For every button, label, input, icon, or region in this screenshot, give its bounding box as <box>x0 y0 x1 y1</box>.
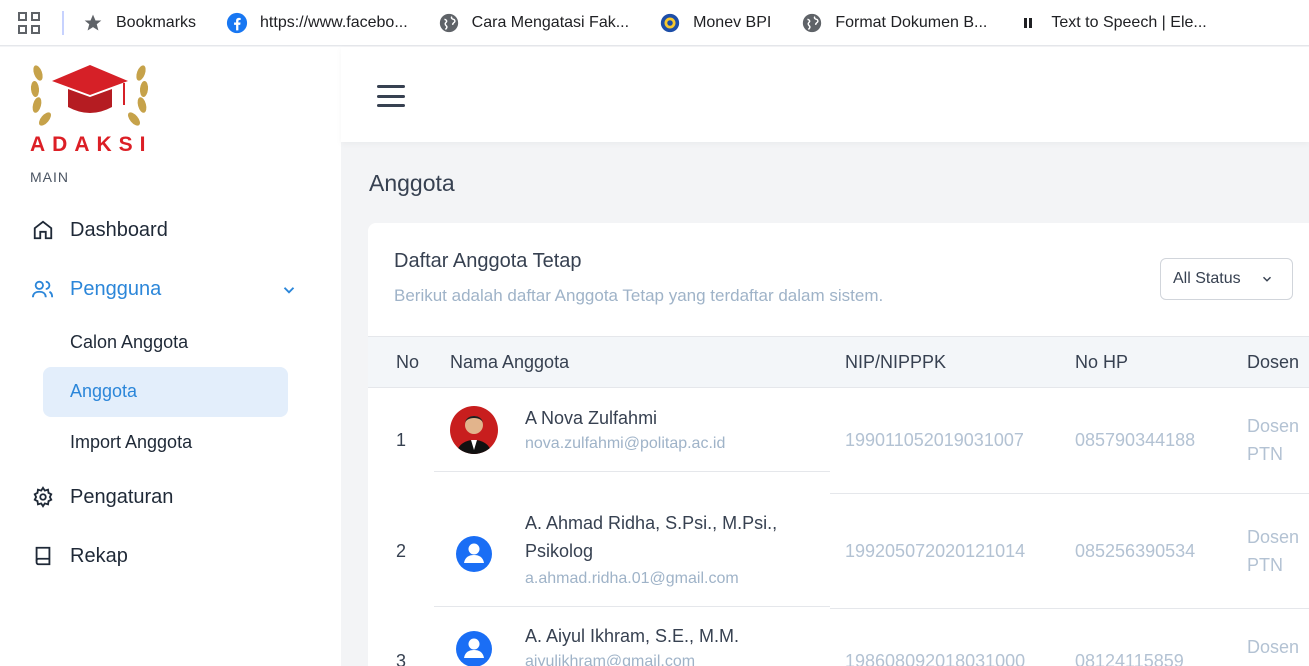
member-email: a.ahmad.ridha.01@gmail.com <box>525 570 739 587</box>
bookmarks-divider <box>62 10 64 35</box>
sidebar: ADAKSI MAIN Dashboard Pengguna Calon Ang… <box>0 47 341 666</box>
sub-import-anggota[interactable]: Import Anggota <box>70 432 192 453</box>
row-no: 3 <box>396 651 407 666</box>
status-filter-value: All Status <box>1173 270 1241 287</box>
status-filter-select[interactable]: All Status <box>1160 258 1293 300</box>
bookmarks-bar: Bookmarks https://www.facebo... Cara Men… <box>0 0 1309 46</box>
member-hp: 08124115859 <box>1075 651 1184 666</box>
col-nama[interactable]: Nama Anggota <box>450 352 569 373</box>
section-label-main: MAIN <box>30 169 69 185</box>
sub-anggota[interactable]: Anggota <box>43 367 288 417</box>
members-card: Daftar Anggota Tetap Berikut adalah daft… <box>368 223 1309 666</box>
nav-dashboard[interactable]: Dashboard <box>30 217 168 243</box>
gear-icon <box>30 484 56 510</box>
bookmark-label: Format Dokumen B... <box>835 13 988 31</box>
facebook-icon <box>226 12 248 34</box>
member-name: A. Ahmad Ridha, S.Psi., M.Psi., <box>525 513 778 533</box>
nav-rekap[interactable]: Rekap <box>30 543 128 569</box>
member-nip: 198608092018031000 <box>845 651 1026 666</box>
member-hp: 085256390534 <box>1075 541 1196 561</box>
col-dosen[interactable]: Dosen <box>1247 352 1299 373</box>
member-nip: 199011052019031007 <box>845 430 1024 450</box>
sub-anggota-label: Anggota <box>70 381 138 401</box>
star-icon <box>82 12 104 34</box>
nav-label: Dashboard <box>70 218 168 241</box>
nav-label: Pengaturan <box>70 485 174 508</box>
col-no[interactable]: No <box>396 352 419 373</box>
card-subtitle: Berikut adalah daftar Anggota Tetap yang… <box>394 286 884 305</box>
bookmark-label: Cara Mengatasi Fak... <box>471 13 630 31</box>
member-name: A Nova Zulfahmi <box>525 408 658 428</box>
table-row[interactable]: 2 A. Ahmad Ridha, S.Psi., M.Psi., Psikol… <box>368 494 1309 608</box>
col-nip[interactable]: NIP/NIPPPK <box>845 352 946 373</box>
table-header: No Nama Anggota NIP/NIPPPK No HP Dosen <box>368 336 1309 388</box>
member-dosen: Dosen <box>1247 637 1300 657</box>
col-hp[interactable]: No HP <box>1075 352 1128 373</box>
sub-calon-anggota[interactable]: Calon Anggota <box>70 332 188 353</box>
apps-grid-icon[interactable] <box>18 11 40 34</box>
bookmark-monev-bpi[interactable]: Monev BPI <box>659 12 771 34</box>
member-nip: 199205072020121014 <box>845 541 1026 561</box>
avatar-placeholder-icon <box>450 625 498 666</box>
pause-icon <box>1017 12 1039 34</box>
avatar-placeholder-icon <box>450 530 498 578</box>
member-email: nova.zulfahmi@politap.ac.id <box>525 435 726 452</box>
row-no: 1 <box>396 430 407 450</box>
member-dosen-type: PTN <box>1247 555 1283 575</box>
logo-text: ADAKSI <box>30 133 153 156</box>
nav-label: Rekap <box>70 544 128 567</box>
table-row[interactable]: 1 A Nova Zulfahmi nova.zulfahmi@politap.… <box>368 388 1309 494</box>
chevron-down-icon[interactable] <box>280 281 298 299</box>
site-logo-icon <box>659 12 681 34</box>
row-no: 2 <box>396 541 407 561</box>
card-title: Daftar Anggota Tetap <box>394 250 582 272</box>
member-dosen: Dosen <box>1247 527 1300 547</box>
nav-pengaturan[interactable]: Pengaturan <box>30 484 173 510</box>
page-title: Anggota <box>369 170 455 196</box>
users-icon <box>30 276 56 302</box>
avatar <box>450 406 498 454</box>
table-row[interactable]: 3 A. Aiyul Ikhram, S.E., M.M. aiyulikhra… <box>368 608 1309 666</box>
bookmark-label: https://www.facebo... <box>260 13 408 31</box>
book-icon <box>30 543 56 569</box>
member-dosen-type: PTN <box>1247 444 1283 464</box>
top-header <box>341 47 1309 142</box>
nav-pengguna[interactable]: Pengguna <box>30 276 161 302</box>
bookmark-cara-mengatasi[interactable]: Cara Mengatasi Fak... <box>438 12 629 34</box>
globe-icon <box>801 12 823 34</box>
bookmark-facebook[interactable]: https://www.facebo... <box>226 12 408 34</box>
hamburger-menu-icon[interactable] <box>377 85 405 107</box>
bookmark-bookmarks[interactable]: Bookmarks <box>82 12 196 34</box>
bookmark-label: Monev BPI <box>693 13 772 31</box>
chevron-down-icon <box>1262 276 1272 282</box>
home-icon <box>30 217 56 243</box>
bookmark-label: Bookmarks <box>116 13 197 31</box>
bookmark-text-to-speech[interactable]: Text to Speech | Ele... <box>1017 12 1207 34</box>
member-hp: 085790344188 <box>1075 430 1196 450</box>
member-dosen: Dosen <box>1247 416 1300 436</box>
member-name: A. Aiyul Ikhram, S.E., M.M. <box>525 626 740 646</box>
bookmark-format-dokumen[interactable]: Format Dokumen B... <box>801 12 987 34</box>
row-divider <box>434 471 830 472</box>
row-divider <box>434 606 830 607</box>
member-email: aiyulikhram@gmail.com <box>525 653 696 666</box>
member-name-line2: Psikolog <box>525 541 594 561</box>
globe-icon <box>438 12 460 34</box>
bookmark-label: Text to Speech | Ele... <box>1051 13 1207 31</box>
nav-label: Pengguna <box>70 277 162 300</box>
